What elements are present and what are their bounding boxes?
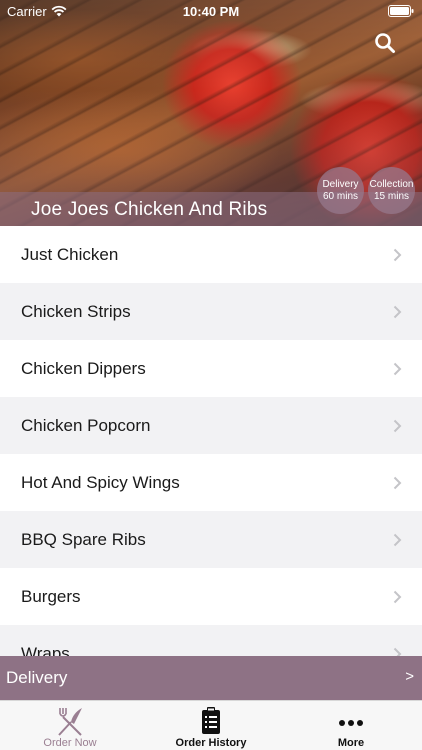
tab-order-now-label: Order Now	[43, 737, 97, 749]
fork-knife-icon	[58, 708, 82, 736]
collection-badge-label: Collection	[369, 178, 414, 190]
status-bar: Carrier 10:40 PM	[0, 0, 422, 22]
tab-order-now[interactable]: Order Now	[0, 701, 140, 750]
search-icon[interactable]	[374, 32, 396, 54]
tab-more[interactable]: More	[281, 701, 421, 750]
delivery-time-badge: Delivery 60 mins	[317, 167, 364, 214]
category-row[interactable]: Wraps	[0, 625, 422, 656]
category-row[interactable]: Chicken Strips	[0, 283, 422, 340]
chevron-right-icon	[393, 248, 402, 262]
tab-order-history-label: Order History	[175, 737, 247, 749]
collection-badge-time: 15 mins	[373, 190, 409, 202]
chevron-right-icon	[393, 305, 402, 319]
category-row[interactable]: Chicken Popcorn	[0, 397, 422, 454]
category-row[interactable]: Just Chicken	[0, 226, 422, 283]
chevron-right-icon	[393, 362, 402, 376]
category-label: Hot And Spicy Wings	[21, 472, 180, 492]
tab-bar: Order Now Order History More	[0, 700, 422, 750]
chevron-right-icon	[393, 647, 402, 656]
chevron-right-icon	[393, 533, 402, 547]
chevron-right-icon	[393, 476, 402, 490]
category-label: Burgers	[21, 586, 81, 606]
category-row[interactable]: Burgers	[0, 568, 422, 625]
delivery-badge-label: Delivery	[322, 178, 359, 190]
battery-icon	[388, 5, 414, 17]
tab-order-history[interactable]: Order History	[141, 701, 281, 750]
chevron-right-icon	[393, 590, 402, 604]
category-label: BBQ Spare Ribs	[21, 529, 146, 549]
category-label: Chicken Strips	[21, 301, 131, 321]
tab-more-label: More	[337, 737, 365, 749]
category-row[interactable]: Hot And Spicy Wings	[0, 454, 422, 511]
delivery-badge-time: 60 mins	[322, 190, 358, 202]
restaurant-title: Joe Joes Chicken And Ribs	[31, 199, 268, 220]
category-label: Chicken Dippers	[21, 358, 146, 378]
chevron-right-icon	[393, 419, 402, 433]
category-list: Just Chicken Chicken Strips Chicken Dipp…	[0, 226, 422, 656]
collection-time-badge: Collection 15 mins	[368, 167, 415, 214]
delivery-mode-bar[interactable]: Delivery >	[0, 656, 422, 700]
clipboard-icon	[202, 707, 220, 734]
category-label: Just Chicken	[21, 244, 119, 264]
category-row[interactable]: Chicken Dippers	[0, 340, 422, 397]
delivery-mode-label: Delivery	[6, 668, 68, 687]
more-dots-icon	[339, 720, 363, 726]
delivery-mode-arrow: >	[405, 668, 414, 685]
category-label: Wraps	[21, 643, 70, 657]
status-time: 10:40 PM	[182, 4, 240, 19]
category-row[interactable]: BBQ Spare Ribs	[0, 511, 422, 568]
category-label: Chicken Popcorn	[21, 415, 151, 435]
